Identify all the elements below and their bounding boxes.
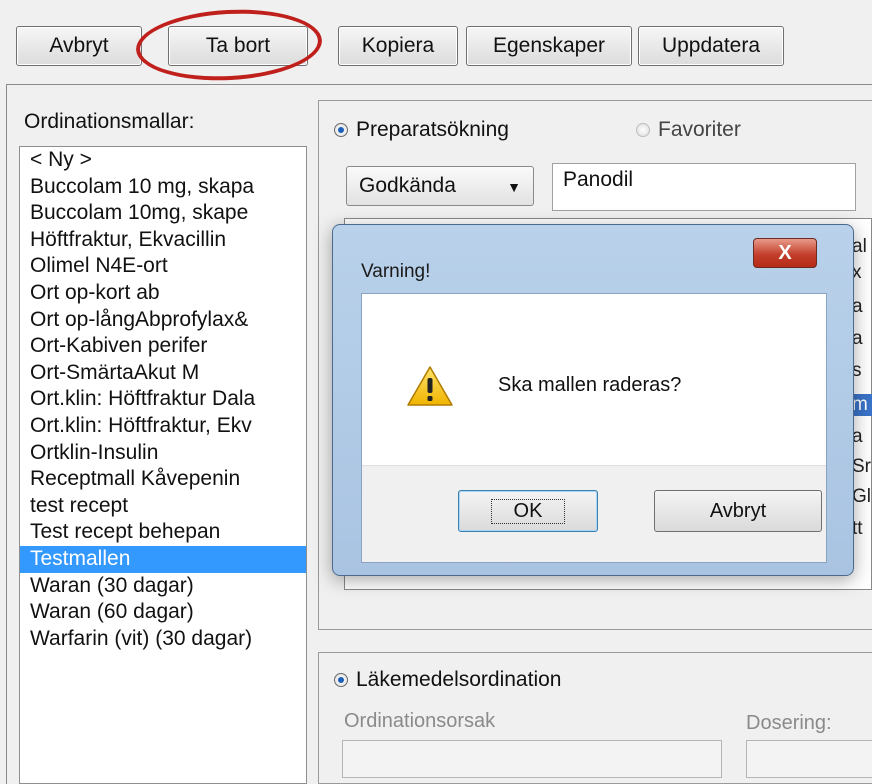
copy-button-label: Kopiera: [361, 34, 435, 57]
radio-unselected-icon: [636, 123, 650, 137]
result-fragment: Gl: [852, 486, 871, 507]
list-item[interactable]: Ort.klin: Höftfraktur, Ekv: [20, 413, 306, 440]
warning-dialog: Varning! X Ska mallen raderas? OK Avbryt: [332, 224, 854, 576]
result-fragment: a: [852, 328, 863, 349]
dialog-message: Ska mallen raderas?: [498, 374, 682, 396]
radio-selected-icon: [334, 123, 348, 137]
update-button[interactable]: Uppdatera: [638, 26, 784, 66]
radio-selected-icon: [334, 673, 348, 687]
result-fragment: s: [852, 360, 862, 381]
dialog-cancel-button-label: Avbryt: [709, 499, 767, 522]
list-item[interactable]: Waran (60 dagar): [20, 599, 306, 626]
list-item[interactable]: Ort-SmärtaAkut M: [20, 360, 306, 387]
warning-triangle-icon: [407, 366, 453, 406]
list-item[interactable]: Buccolam 10 mg, skapa: [20, 174, 306, 201]
list-item[interactable]: < Ny >: [20, 147, 306, 174]
list-item[interactable]: Ort.klin: Höftfraktur Dala: [20, 386, 306, 413]
list-item[interactable]: Ortklin-Insulin: [20, 440, 306, 467]
filter-dropdown[interactable]: Godkända ▼: [346, 166, 534, 206]
radio-favoriter[interactable]: Favoriter: [636, 118, 741, 142]
list-item[interactable]: Ort-Kabiven perifer: [20, 333, 306, 360]
properties-button-label: Egenskaper: [492, 34, 606, 57]
result-fragment: a: [852, 426, 863, 447]
list-item[interactable]: Olimel N4E-ort: [20, 253, 306, 280]
result-fragment: tt: [852, 518, 863, 539]
list-item[interactable]: Receptmall Kåvepenin: [20, 466, 306, 493]
radio-lakemedelsordination-label: Läkemedelsordination: [356, 668, 562, 691]
result-fragment: al: [852, 236, 867, 257]
dialog-title: Varning!: [361, 261, 431, 282]
dosage-label: Dosering:: [746, 712, 832, 734]
frame-divider-left: [6, 84, 7, 784]
annotation-circle: [134, 5, 324, 85]
result-fragment: a: [852, 296, 863, 317]
list-item[interactable]: Höftfraktur, Ekvacillin: [20, 227, 306, 254]
dialog-footer: OK Avbryt: [362, 465, 826, 562]
cancel-button[interactable]: Avbryt: [16, 26, 142, 66]
frame-divider: [6, 84, 872, 85]
close-icon: X: [778, 241, 792, 264]
copy-button[interactable]: Kopiera: [338, 26, 458, 66]
list-item[interactable]: Buccolam 10mg, skape: [20, 200, 306, 227]
properties-button[interactable]: Egenskaper: [466, 26, 632, 66]
list-item[interactable]: Ort op-långAbprofylax&: [20, 307, 306, 334]
result-fragment: x: [852, 262, 862, 283]
search-input[interactable]: Panodil: [552, 163, 856, 211]
radio-preparat[interactable]: Preparatsökning: [334, 118, 509, 142]
update-button-label: Uppdatera: [661, 34, 761, 57]
list-item[interactable]: Warfarin (vit) (30 dagar): [20, 626, 306, 653]
ok-button-label: OK: [490, 498, 566, 524]
templates-label: Ordinationsmallar:: [24, 110, 195, 133]
result-fragment: Sr: [852, 456, 871, 477]
radio-preparat-label: Preparatsökning: [356, 118, 509, 141]
cancel-button-label: Avbryt: [49, 34, 109, 57]
reason-label: Ordinationsorsak: [344, 710, 496, 732]
list-item-selected[interactable]: Testmallen: [20, 545, 306, 573]
reason-field[interactable]: [342, 740, 722, 778]
close-button[interactable]: X: [753, 238, 817, 268]
filter-value: Godkända: [359, 174, 456, 197]
radio-lakemedelsordination[interactable]: Läkemedelsordination: [334, 668, 561, 692]
list-item[interactable]: Test recept behepan: [20, 519, 306, 546]
ok-button[interactable]: OK: [458, 490, 598, 532]
list-item[interactable]: Waran (30 dagar): [20, 573, 306, 600]
dialog-content: Ska mallen raderas? OK Avbryt: [361, 293, 827, 563]
templates-list[interactable]: < Ny > Buccolam 10 mg, skapa Buccolam 10…: [19, 146, 307, 784]
result-fragment-selected: m: [852, 394, 872, 416]
list-item[interactable]: Ort op-kort ab: [20, 280, 306, 307]
dosage-field[interactable]: [746, 740, 872, 778]
dialog-cancel-button[interactable]: Avbryt: [654, 490, 822, 532]
list-item[interactable]: test recept: [20, 493, 306, 520]
radio-favoriter-label: Favoriter: [658, 118, 741, 141]
chevron-down-icon: ▼: [507, 179, 521, 195]
